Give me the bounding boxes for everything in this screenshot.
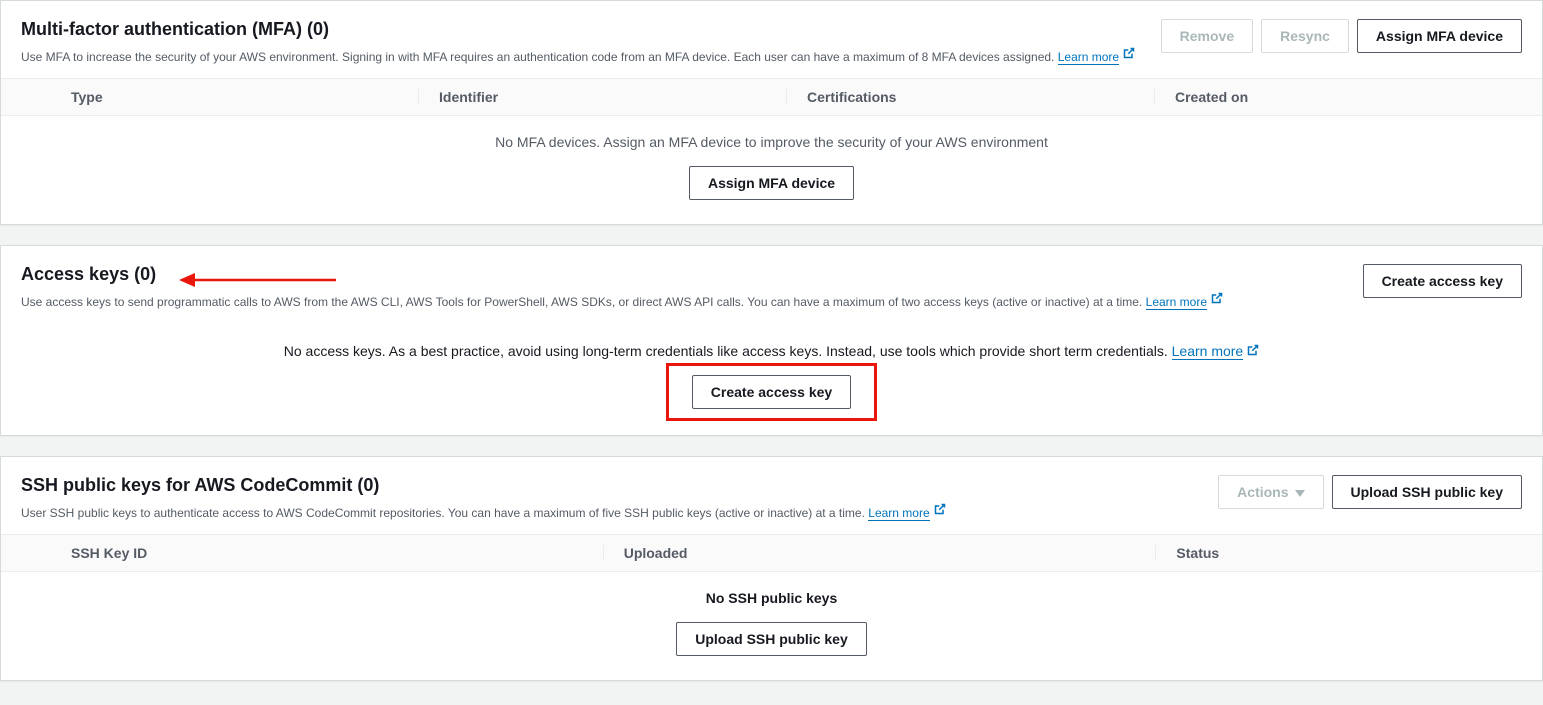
access-keys-learn-more-link[interactable]: Learn more bbox=[1146, 295, 1207, 310]
ssh-empty-message: No SSH public keys bbox=[21, 590, 1522, 606]
access-keys-empty-message: No access keys. As a best practice, avoi… bbox=[1, 323, 1542, 359]
ssh-keys-learn-more-link[interactable]: Learn more bbox=[868, 506, 929, 521]
mfa-description: Use MFA to increase the security of your… bbox=[21, 46, 1161, 66]
mfa-col-type: Type bbox=[71, 89, 418, 105]
access-keys-description: Use access keys to send programmatic cal… bbox=[21, 291, 1363, 311]
ssh-col-uploaded: Uploaded bbox=[603, 545, 1156, 561]
external-link-icon bbox=[1211, 291, 1223, 309]
external-link-icon bbox=[1123, 46, 1135, 64]
access-keys-empty-learn-more-link[interactable]: Learn more bbox=[1172, 343, 1244, 360]
ssh-empty-state: No SSH public keys Upload SSH public key bbox=[1, 572, 1542, 680]
resync-button[interactable]: Resync bbox=[1261, 19, 1349, 53]
access-keys-title: Access keys (0) bbox=[21, 264, 1363, 285]
access-keys-header: Access keys (0) Use access keys to send … bbox=[1, 246, 1542, 323]
assign-mfa-device-empty-button[interactable]: Assign MFA device bbox=[689, 166, 854, 200]
mfa-title: Multi-factor authentication (MFA) (0) bbox=[21, 19, 1161, 40]
create-access-key-highlight: Create access key bbox=[692, 375, 851, 409]
mfa-col-certifications: Certifications bbox=[786, 89, 1154, 105]
ssh-keys-panel: SSH public keys for AWS CodeCommit (0) U… bbox=[0, 456, 1543, 681]
access-keys-panel: Access keys (0) Use access keys to send … bbox=[0, 245, 1543, 436]
mfa-learn-more-link[interactable]: Learn more bbox=[1058, 50, 1119, 65]
mfa-panel: Multi-factor authentication (MFA) (0) Us… bbox=[0, 0, 1543, 225]
create-access-key-button[interactable]: Create access key bbox=[1363, 264, 1522, 298]
external-link-icon bbox=[934, 502, 946, 520]
mfa-empty-state: No MFA devices. Assign an MFA device to … bbox=[1, 116, 1542, 224]
actions-dropdown-button[interactable]: Actions bbox=[1218, 475, 1323, 509]
mfa-table-header: Type Identifier Certifications Created o… bbox=[1, 78, 1542, 116]
remove-button[interactable]: Remove bbox=[1161, 19, 1253, 53]
upload-ssh-key-empty-button[interactable]: Upload SSH public key bbox=[676, 622, 866, 656]
ssh-col-status: Status bbox=[1155, 545, 1522, 561]
ssh-keys-title: SSH public keys for AWS CodeCommit (0) bbox=[21, 475, 1218, 496]
mfa-col-created: Created on bbox=[1154, 89, 1522, 105]
ssh-table-header: SSH Key ID Uploaded Status bbox=[1, 534, 1542, 572]
ssh-col-id: SSH Key ID bbox=[71, 545, 603, 561]
create-access-key-empty-button[interactable]: Create access key bbox=[692, 375, 851, 409]
assign-mfa-device-button[interactable]: Assign MFA device bbox=[1357, 19, 1522, 53]
mfa-empty-message: No MFA devices. Assign an MFA device to … bbox=[21, 134, 1522, 150]
mfa-panel-header: Multi-factor authentication (MFA) (0) Us… bbox=[1, 1, 1542, 78]
caret-down-icon bbox=[1295, 482, 1305, 502]
upload-ssh-key-button[interactable]: Upload SSH public key bbox=[1332, 475, 1522, 509]
mfa-col-identifier: Identifier bbox=[418, 89, 786, 105]
ssh-keys-description: User SSH public keys to authenticate acc… bbox=[21, 502, 1218, 522]
ssh-keys-header: SSH public keys for AWS CodeCommit (0) U… bbox=[1, 457, 1542, 534]
external-link-icon bbox=[1247, 343, 1259, 359]
